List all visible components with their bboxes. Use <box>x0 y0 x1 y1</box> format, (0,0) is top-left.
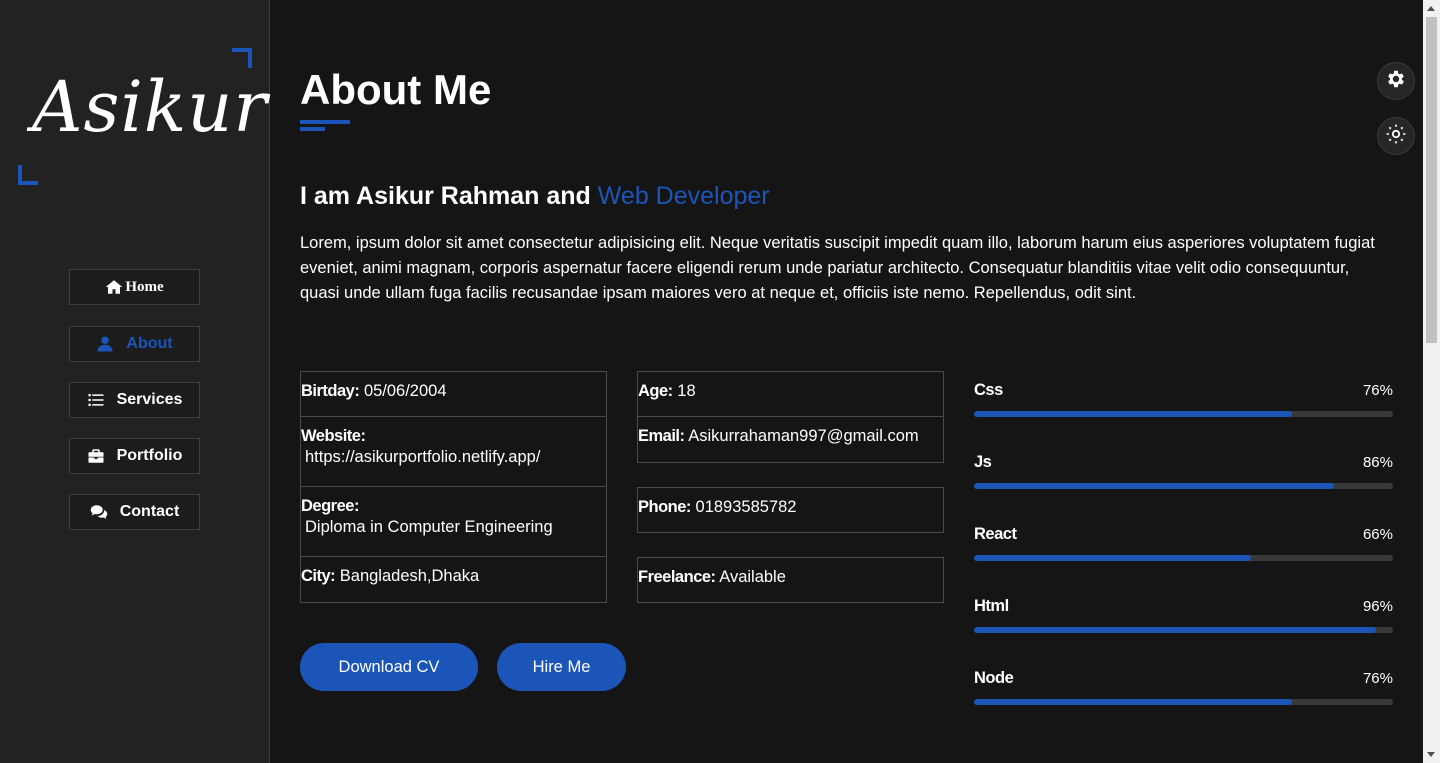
skill-progress-fill <box>974 627 1377 633</box>
skill-name: Css <box>974 381 1003 399</box>
info-label: City: <box>301 567 336 585</box>
nav-item-home[interactable]: Home <box>69 269 200 305</box>
skill-percent: 86% <box>1362 454 1393 471</box>
skill-progress-fill <box>974 699 1293 705</box>
bio-paragraph: Lorem, ipsum dolor sit amet consectetur … <box>300 234 1375 302</box>
skill-name: Node <box>974 669 1014 687</box>
scroll-down-arrow-icon[interactable] <box>1427 752 1435 757</box>
skill-css: Css 76% <box>974 378 1393 450</box>
info-phone: Phone: 01893585782 <box>637 487 944 533</box>
info-column-right: Age: 18 Email: Asikurrahaman997@gmail.co… <box>637 371 944 603</box>
skill-progress-fill <box>974 411 1293 417</box>
nav-item-contact[interactable]: Contact <box>69 494 200 530</box>
info-value: https://asikurportfolio.netlify.app/ <box>305 448 541 466</box>
info-label: Birtday: <box>301 382 360 400</box>
intro-role: Web Developer <box>597 182 770 210</box>
info-label: Email: <box>638 427 685 445</box>
info-label: Website: <box>301 427 366 445</box>
skill-progress-track <box>974 699 1393 705</box>
info-value: 01893585782 <box>695 498 797 516</box>
gear-icon <box>1385 68 1407 94</box>
intro-heading: I am Asikur Rahman and Web Developer <box>300 182 770 211</box>
skill-progress-track <box>974 627 1393 633</box>
page-scrollbar[interactable] <box>1423 0 1440 763</box>
nav-item-label: Portfolio <box>116 447 183 464</box>
sidebar: Asikur Home About Services Portfolio Con… <box>0 0 270 763</box>
theme-toggle-button[interactable] <box>1377 117 1415 155</box>
nav-item-portfolio[interactable]: Portfolio <box>69 438 200 474</box>
sun-icon <box>1385 123 1407 149</box>
hire-me-button[interactable]: Hire Me <box>497 643 626 691</box>
info-city: City: Bangladesh,Dhaka <box>300 557 607 603</box>
comments-icon <box>90 503 108 521</box>
skill-progress-track <box>974 483 1393 489</box>
intro-prefix: I am Asikur Rahman and <box>300 182 598 210</box>
info-value: Asikurrahaman997@gmail.com <box>688 427 919 445</box>
skill-react: React 66% <box>974 522 1393 594</box>
title-underline <box>300 120 350 131</box>
logo-corner-top-right <box>232 48 252 68</box>
skill-progress-track <box>974 555 1393 561</box>
about-section: About Me I am Asikur Rahman and Web Deve… <box>300 0 1395 763</box>
info-value: Available <box>719 568 786 586</box>
briefcase-icon <box>87 447 105 465</box>
nav-item-label: Contact <box>119 503 180 520</box>
download-cv-button[interactable]: Download CV <box>300 643 478 691</box>
settings-button[interactable] <box>1377 62 1415 100</box>
nav-item-label: Home <box>125 278 164 295</box>
skill-progress-track <box>974 411 1393 417</box>
info-birthday: Birtday: 05/06/2004 <box>300 371 607 417</box>
info-value: 18 <box>677 382 696 400</box>
info-degree: Degree: Diploma in Computer Engineering <box>300 487 607 557</box>
nav-item-services[interactable]: Services <box>69 382 200 418</box>
skill-progress-fill <box>974 555 1251 561</box>
list-icon <box>87 391 105 409</box>
info-freelance: Freelance: Available <box>637 557 944 603</box>
info-website: Website: https://asikurportfolio.netlify… <box>300 417 607 487</box>
scroll-up-arrow-icon[interactable] <box>1427 6 1435 11</box>
info-label: Degree: <box>301 497 359 515</box>
info-label: Age: <box>638 382 673 400</box>
logo-text: Asikur <box>32 66 268 148</box>
skill-name: React <box>974 525 1017 543</box>
skill-html: Html 96% <box>974 594 1393 666</box>
skill-percent: 96% <box>1362 598 1393 615</box>
skill-name: Js <box>974 453 992 471</box>
info-value: Bangladesh,Dhaka <box>339 567 480 585</box>
info-label: Phone: <box>638 498 691 516</box>
info-label: Freelance: <box>638 568 716 586</box>
info-column-left: Birtday: 05/06/2004 Website: https://asi… <box>300 371 607 603</box>
nav-item-label: About <box>126 335 173 352</box>
skill-node: Node 76% <box>974 666 1393 738</box>
info-age: Age: 18 <box>637 371 944 417</box>
skill-percent: 76% <box>1362 670 1393 687</box>
logo[interactable]: Asikur <box>18 48 267 185</box>
logo-corner-bottom-left <box>18 165 38 185</box>
scrollbar-thumb[interactable] <box>1426 17 1437 343</box>
skills-list: Css 76% Js 86% React 66% Html 96% Node 7… <box>974 378 1393 738</box>
skill-name: Html <box>974 597 1009 615</box>
main-nav: Home About Services Portfolio Contact <box>69 269 200 550</box>
skill-js: Js 86% <box>974 450 1393 522</box>
nav-item-about[interactable]: About <box>69 326 200 362</box>
nav-item-label: Services <box>116 391 183 408</box>
page-title: About Me <box>300 66 492 113</box>
skill-percent: 66% <box>1362 526 1393 543</box>
home-icon <box>105 278 123 296</box>
user-icon <box>96 335 114 353</box>
info-value: Diploma in Computer Engineering <box>305 518 553 536</box>
skill-progress-fill <box>974 483 1335 489</box>
skill-percent: 76% <box>1362 382 1393 399</box>
info-value: 05/06/2004 <box>363 382 447 400</box>
info-email: Email: Asikurrahaman997@gmail.com <box>637 417 944 463</box>
